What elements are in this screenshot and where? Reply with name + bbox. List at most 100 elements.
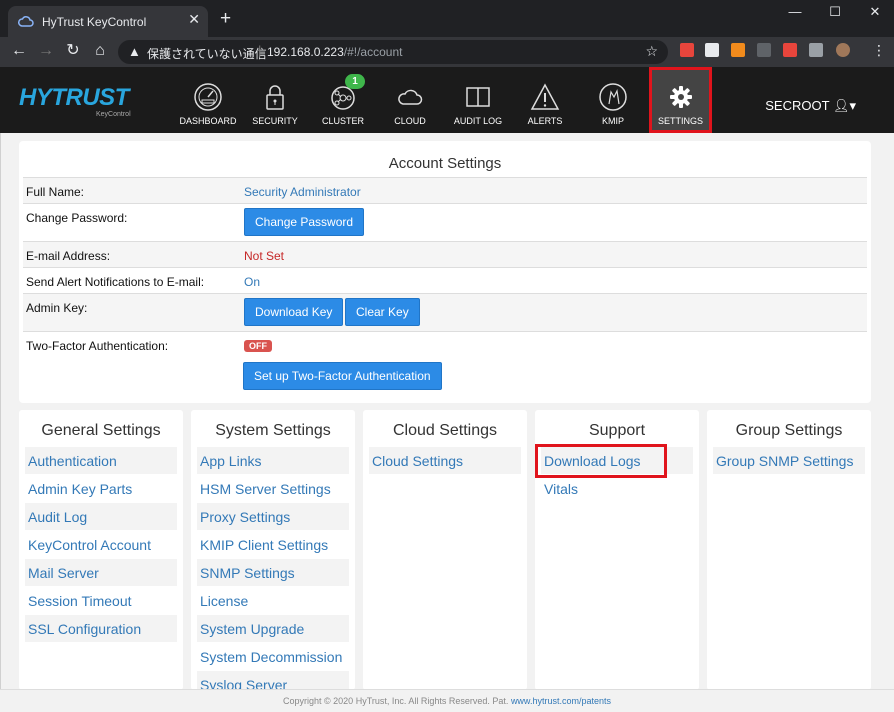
list-item[interactable]: Group SNMP Settings (713, 447, 865, 475)
cloud-settings-list: Cloud Settings (369, 447, 521, 475)
book-icon (466, 87, 490, 107)
bookmark-star-icon[interactable]: ☆ (645, 43, 658, 60)
email-value[interactable]: Not Set (244, 249, 284, 263)
browser-tab[interactable]: HyTrust KeyControl ✕ (8, 6, 208, 37)
nav-label: CLOUD (394, 116, 426, 126)
list-item[interactable]: License (197, 587, 349, 615)
url-separator: | (258, 43, 262, 58)
user-menu[interactable]: SECROOT 👤︎▾ (765, 98, 856, 114)
cluster-count-badge: 1 (345, 74, 365, 89)
nav-label: AUDIT LOG (453, 116, 503, 126)
extension-icon[interactable] (783, 43, 797, 57)
list-item[interactable]: System Upgrade (197, 615, 349, 643)
reload-icon[interactable]: ↻ (63, 41, 83, 61)
account-settings-title: Account Settings (388, 155, 502, 172)
camera-extension-icon[interactable] (757, 43, 771, 57)
alert-notifications-value[interactable]: On (244, 275, 260, 289)
list-item[interactable]: App Links (197, 447, 349, 475)
new-tab-button[interactable]: + (220, 9, 231, 28)
general-settings-list: Authentication Admin Key Parts Audit Log… (25, 447, 177, 643)
nav-label: SECURITY (252, 116, 298, 126)
list-item[interactable]: HSM Server Settings (197, 475, 349, 503)
email-label: E-mail Address: (26, 249, 111, 263)
list-item[interactable]: Vitals (541, 475, 693, 503)
list-item[interactable]: Session Timeout (25, 587, 177, 615)
puzzle-extensions-icon[interactable] (809, 43, 823, 57)
back-icon[interactable]: ← (9, 41, 29, 61)
change-password-row: Change Password: Change Password (23, 203, 867, 241)
alert-icon (530, 83, 560, 110)
scrollbar[interactable] (888, 133, 894, 689)
app-header: HYTRUST KeyControl DASHBOARD SECURITY CL… (0, 67, 894, 133)
list-item[interactable]: Proxy Settings (197, 503, 349, 531)
patents-link[interactable]: www.hytrust.com/patents (511, 696, 611, 706)
list-item[interactable]: SSL Configuration (25, 615, 177, 643)
profile-avatar[interactable] (836, 43, 850, 57)
full-name-value[interactable]: Security Administrator (244, 185, 361, 199)
cloud-settings-panel: Cloud Settings Cloud Settings (363, 410, 527, 690)
logo-text: HYTRUST (19, 84, 129, 111)
user-icon: 👤︎ (832, 98, 850, 113)
support-list: Download Logs Vitals (535, 444, 693, 503)
two-factor-label: Two-Factor Authentication: (26, 339, 169, 353)
change-password-label: Change Password: (26, 211, 128, 225)
panel-title: System Settings (215, 422, 331, 439)
warning-icon[interactable]: ▲ (128, 44, 141, 59)
address-bar[interactable]: ▲ 保護されていない通信 | 192.168.0.223/#!/account … (118, 40, 668, 64)
clear-key-button[interactable]: Clear Key (345, 298, 420, 326)
nav-security[interactable]: SECURITY (247, 67, 303, 133)
extension-icon[interactable] (680, 43, 694, 57)
list-item[interactable]: Audit Log (25, 503, 177, 531)
group-settings-list: Group SNMP Settings (713, 447, 865, 475)
home-icon[interactable]: ⌂ (90, 41, 110, 61)
panel-title: Cloud Settings (392, 422, 498, 439)
username: SECROOT (765, 98, 830, 113)
list-item[interactable]: SNMP Settings (197, 559, 349, 587)
maximize-icon[interactable]: ☐ (820, 4, 850, 20)
footer: Copyright © 2020 HyTrust, Inc. All Right… (0, 689, 894, 712)
url-text: 192.168.0.223/#!/account (267, 45, 403, 59)
minimize-icon[interactable]: — (780, 4, 810, 19)
list-item[interactable]: System Decommission (197, 643, 349, 671)
nav-dashboard[interactable]: DASHBOARD (178, 67, 238, 133)
panel-title: General Settings (41, 422, 161, 439)
dashboard-icon (194, 83, 222, 111)
nav-alerts[interactable]: ALERTS (519, 67, 571, 133)
download-key-button[interactable]: Download Key (244, 298, 344, 326)
account-settings-card: Account Settings Full Name: Security Adm… (19, 141, 871, 403)
nav-label: KMIP (601, 116, 624, 126)
extension-icon[interactable] (731, 43, 745, 57)
list-item[interactable]: Admin Key Parts (25, 475, 177, 503)
logo-subtext: KeyControl (96, 111, 131, 118)
nav-audit-log[interactable]: AUDIT LOG (449, 67, 507, 133)
forward-icon[interactable]: → (36, 41, 56, 61)
extension-icon[interactable] (705, 43, 719, 57)
kmip-icon (599, 83, 627, 111)
two-factor-status-badge: OFF (244, 340, 272, 352)
list-item[interactable]: Authentication (25, 447, 177, 475)
nav-label: CLUSTER (321, 116, 364, 126)
nav-label: DASHBOARD (179, 116, 237, 126)
browser-menu-icon[interactable]: ⋮ (872, 42, 886, 59)
list-item[interactable]: KMIP Client Settings (197, 531, 349, 559)
support-panel: Support Download Logs Vitals (535, 410, 699, 690)
cloud-icon (398, 89, 423, 105)
browser-toolbar: ← → ↻ ⌂ ▲ 保護されていない通信 | 192.168.0.223/#!/… (0, 37, 894, 67)
setup-two-factor-button[interactable]: Set up Two-Factor Authentication (243, 362, 442, 390)
alert-notifications-row: Send Alert Notifications to E-mail: On (23, 267, 867, 293)
list-item[interactable]: Mail Server (25, 559, 177, 587)
list-item[interactable]: KeyControl Account (25, 531, 177, 559)
close-window-icon[interactable]: ✕ (860, 4, 890, 20)
tab-close-icon[interactable]: ✕ (188, 12, 200, 26)
cloud-favicon-icon (18, 16, 34, 27)
list-item[interactable]: Cloud Settings (369, 447, 521, 475)
nav-cloud[interactable]: CLOUD (384, 67, 436, 133)
nav-settings[interactable]: SETTINGS (649, 67, 712, 133)
general-settings-panel: General Settings Authentication Admin Ke… (19, 410, 183, 690)
download-logs-item[interactable]: Download Logs (535, 444, 693, 478)
system-settings-panel: System Settings App Links HSM Server Set… (191, 410, 355, 699)
caret-down-icon: ▾ (849, 98, 856, 113)
nav-kmip[interactable]: KMIP (590, 67, 636, 133)
hytrust-logo[interactable]: HYTRUST KeyControl (17, 84, 141, 122)
change-password-button[interactable]: Change Password (244, 208, 365, 236)
